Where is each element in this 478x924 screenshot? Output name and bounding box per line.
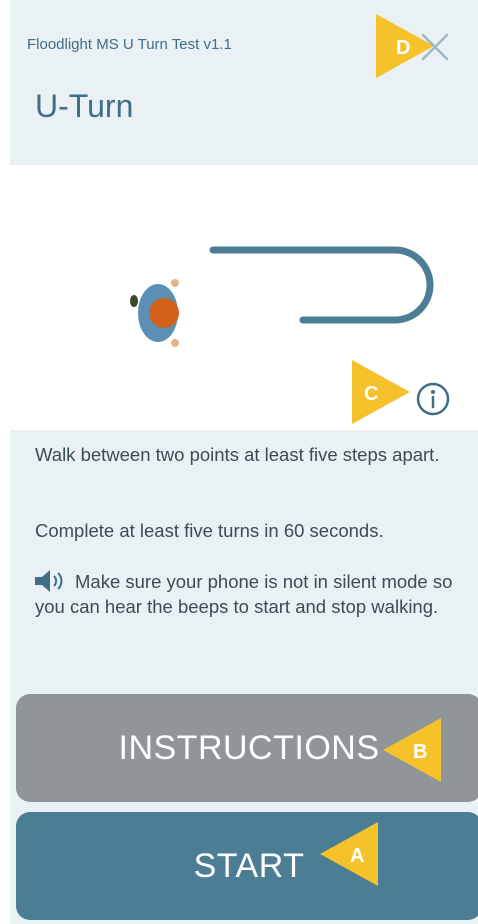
marker-d-label: D: [396, 37, 410, 59]
marker-c: C: [352, 360, 410, 424]
close-icon: [421, 33, 449, 61]
description-sound: Make sure your phone is not in silent mo…: [35, 569, 455, 619]
app-title: Floodlight MS U Turn Test v1.1: [27, 36, 232, 53]
close-button[interactable]: [416, 28, 454, 66]
info-icon: [416, 382, 450, 416]
instructions-panel: Walk between two points at least five st…: [10, 430, 478, 924]
description-turns: Complete at least five turns in 60 secon…: [35, 520, 384, 541]
description-sound-text: Make sure your phone is not in silent mo…: [35, 571, 453, 617]
marker-b-label: B: [413, 741, 427, 763]
start-button-label: START: [193, 846, 305, 885]
speaker-icon: [35, 570, 63, 592]
marker-a: A: [320, 822, 378, 886]
start-button[interactable]: START: [16, 812, 478, 920]
walker-icon: [130, 279, 179, 347]
marker-b: B: [383, 718, 441, 782]
marker-a-label: A: [350, 845, 364, 867]
marker-c-label: C: [364, 383, 378, 405]
u-turn-path-icon: [209, 246, 434, 324]
info-button[interactable]: [414, 380, 452, 418]
page-title: U-Turn: [35, 88, 134, 124]
instructions-button-label: INSTRUCTIONS: [118, 728, 380, 767]
description-walk: Walk between two points at least five st…: [35, 444, 440, 465]
